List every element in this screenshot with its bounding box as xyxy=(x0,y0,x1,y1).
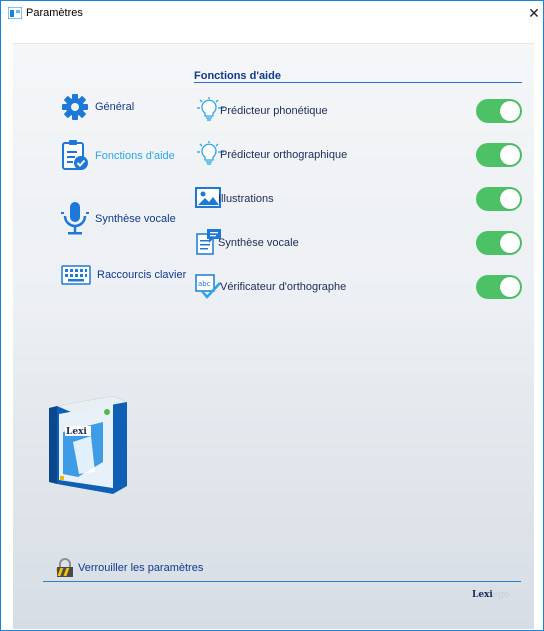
lock-settings-label: Verrouiller les paramètres xyxy=(78,562,204,574)
sidebar-item-general[interactable]: Général xyxy=(61,94,134,120)
sidebar-item-help-functions[interactable]: Fonctions d'aide xyxy=(61,139,175,173)
box-logo-text: Lexi xyxy=(66,427,87,437)
keyboard-icon xyxy=(61,265,91,285)
illustrations-toggle[interactable] xyxy=(476,187,522,211)
sidebar-item-label: Général xyxy=(95,101,135,113)
brand-logo: Lexiego xyxy=(472,590,509,600)
app-icon xyxy=(8,7,22,19)
sidebar-item-label: Fonctions d'aide xyxy=(95,150,175,162)
close-button[interactable]: ✕ xyxy=(525,3,543,23)
phonetic-predictor-toggle[interactable] xyxy=(476,99,522,123)
toggle-knob xyxy=(500,189,520,209)
settings-window: Paramètres ✕ Général Fonctions d'aide Sy… xyxy=(0,0,544,631)
clipboard-check-icon xyxy=(62,140,88,170)
title-bar: Paramètres ✕ xyxy=(1,1,543,25)
option-spellchecker: abc Vérificateur d'orthographe xyxy=(194,272,534,302)
sidebar-item-speech-synthesis[interactable]: Synthèse vocale xyxy=(61,201,176,237)
close-icon[interactable]: ✕ xyxy=(528,5,540,21)
toggle-knob xyxy=(500,145,520,165)
option-label: Prédicteur phonétique xyxy=(220,105,328,117)
toggle-knob xyxy=(500,277,520,297)
option-label: Illustrations xyxy=(218,193,274,205)
sidebar-item-label: Raccourcis clavier xyxy=(97,269,187,281)
option-label: Synthèse vocale xyxy=(218,237,299,249)
padlock-icon xyxy=(56,558,73,577)
logo-main-text: Lexi xyxy=(472,590,493,600)
spellchecker-toggle[interactable] xyxy=(476,275,522,299)
section-divider xyxy=(194,82,522,83)
speech-synthesis-toggle[interactable] xyxy=(476,231,522,255)
footer-divider xyxy=(43,581,521,582)
toggle-knob xyxy=(500,101,520,121)
logo-suffix-text: ego xyxy=(492,590,510,600)
product-box-image: Lexi xyxy=(49,396,127,494)
option-label: Vérificateur d'orthographe xyxy=(220,281,347,293)
option-phonetic-predictor: Prédicteur phonétique xyxy=(194,96,534,126)
option-speech-synthesis: Synthèse vocale xyxy=(194,228,534,258)
toggle-knob xyxy=(500,233,520,253)
settings-panel: Général Fonctions d'aide Synthèse vocale… xyxy=(13,43,534,629)
gear-icon xyxy=(62,94,88,120)
microphone-icon xyxy=(61,202,89,235)
window-title: Paramètres xyxy=(26,7,83,19)
abc-glyph: abc xyxy=(198,280,211,288)
option-label: Prédicteur orthographique xyxy=(220,149,348,161)
orthographic-predictor-toggle[interactable] xyxy=(476,143,522,167)
option-illustrations: Illustrations xyxy=(194,184,534,214)
sidebar-item-label: Synthèse vocale xyxy=(95,213,176,225)
option-orthographic-predictor: Prédicteur orthographique xyxy=(194,140,534,170)
section-title: Fonctions d'aide xyxy=(194,70,281,82)
lock-settings-link[interactable]: Verrouiller les paramètres xyxy=(56,558,203,578)
sidebar-item-keyboard-shortcuts[interactable]: Raccourcis clavier xyxy=(61,265,186,285)
